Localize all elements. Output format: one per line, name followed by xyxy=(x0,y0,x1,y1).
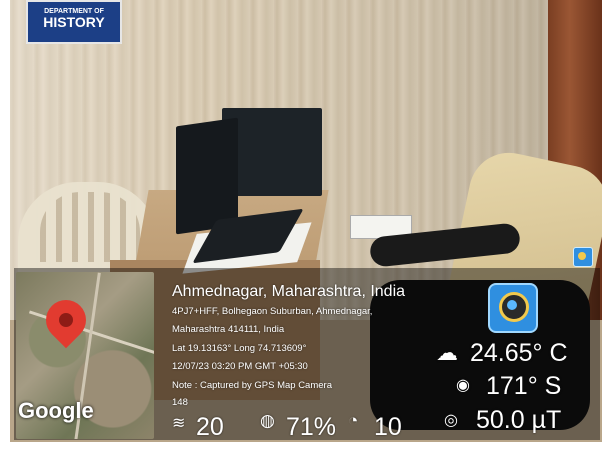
note: Note : Captured by GPS Map Camera xyxy=(172,380,332,391)
plastic-chair-slats xyxy=(40,192,140,262)
note-extra: 148 xyxy=(172,397,188,408)
coordinates: Lat 19.13163° Long 74.713609° xyxy=(172,343,307,354)
magnet-icon: ◎ xyxy=(444,412,458,429)
datetime: 12/07/23 03:20 PM GMT +05:30 xyxy=(172,361,308,372)
magnetic-field: 50.0 µT xyxy=(476,406,562,434)
small-app-icon-lens xyxy=(578,252,586,260)
humidity-value: 71% xyxy=(286,413,337,439)
sign-line2: HISTORY xyxy=(43,14,105,30)
map-logo: Google xyxy=(18,398,94,423)
partly-cloudy-icon: ☁ xyxy=(436,340,458,365)
city-title: Ahmednagar, Maharashtra, India xyxy=(172,283,406,300)
wind-value: 20 xyxy=(196,413,224,439)
wind-icon: ≋ xyxy=(172,415,186,432)
temperature: 24.65° C xyxy=(470,339,568,367)
address-line2: Maharashtra 414111, India xyxy=(172,324,285,335)
compass-icon: ◉ xyxy=(456,377,470,394)
department-sign: DEPARTMENT OF HISTORY xyxy=(26,0,122,44)
pressure-value: 10 xyxy=(374,413,402,439)
gauge-icon: ◔ xyxy=(348,411,359,430)
monitor xyxy=(176,117,238,235)
humidity-icon: ◍ xyxy=(260,411,275,430)
map-pin-center xyxy=(59,313,73,327)
app-icon-lens-inner xyxy=(507,300,517,310)
address-line1: 4PJ7+HFF, Bolhegaon Suburban, Ahmednagar… xyxy=(172,306,373,317)
compass-heading: 171° S xyxy=(486,372,562,400)
